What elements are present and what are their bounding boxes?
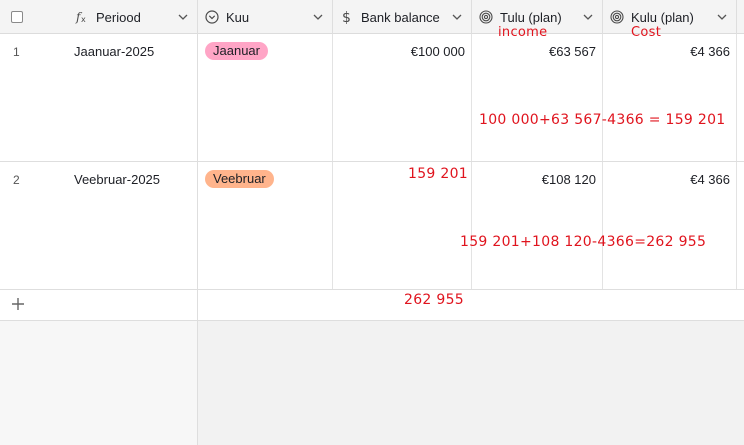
dollar-icon: $: [339, 9, 355, 25]
tulu-plan-cell[interactable]: €108 120: [472, 162, 603, 289]
svg-text:$: $: [342, 10, 351, 25]
annotation-calc-2: 159 201+108 120-4366=262 955: [460, 234, 707, 250]
column-label: Tulu (plan): [500, 9, 562, 25]
select-all-checkbox[interactable]: [11, 11, 23, 23]
add-row-bar: [0, 290, 744, 321]
plus-icon: [12, 298, 24, 310]
annotation-result-1: 159 201: [408, 166, 468, 182]
table-row[interactable]: 2 Veebruar-2025 Veebruar €108 120 €4 366: [0, 162, 744, 290]
tulu-plan-value: €108 120: [541, 172, 596, 187]
column-header-bank-balance[interactable]: $ Bank balance: [333, 0, 472, 34]
chevron-down-icon[interactable]: [582, 11, 594, 23]
rollup-icon: [609, 9, 625, 25]
kuu-pill: Jaanuar: [205, 42, 268, 60]
periood-cell[interactable]: Veebruar-2025: [55, 162, 198, 289]
column-label: Kuu: [226, 9, 250, 25]
annotation-result-2: 262 955: [404, 292, 464, 308]
column-header-kuu[interactable]: Kuu: [198, 0, 333, 34]
row-number: 2: [13, 173, 20, 187]
kuu-pill: Veebruar: [205, 170, 274, 188]
periood-cell[interactable]: Jaanuar-2025: [55, 34, 198, 161]
empty-area-right: [198, 321, 744, 445]
single-select-icon: [204, 9, 220, 25]
kulu-plan-value: €4 366: [690, 44, 730, 59]
periood-value: Veebruar-2025: [74, 172, 161, 187]
empty-area-left: [0, 321, 198, 445]
annotation-income: income: [498, 25, 548, 40]
column-header-kulu-plan[interactable]: Kulu (plan): [603, 0, 737, 34]
add-row-button[interactable]: [0, 290, 198, 321]
bank-balance-cell[interactable]: €100 000: [333, 34, 472, 161]
kulu-plan-cell[interactable]: €4 366: [603, 34, 737, 161]
select-all-cell: [0, 0, 55, 34]
chevron-down-icon[interactable]: [177, 11, 189, 23]
data-grid: fx Periood Kuu $ Bank balance Tulu (plan…: [0, 0, 744, 445]
bank-balance-value: €100 000: [410, 44, 465, 59]
table-row[interactable]: 1 Jaanuar-2025 Jaanuar €100 000 €63 567 …: [0, 34, 744, 162]
column-label: Periood: [96, 9, 141, 25]
formula-icon: fx: [74, 9, 90, 25]
row-number-cell: 1: [0, 34, 55, 161]
annotation-cost: Cost: [631, 25, 662, 40]
chevron-down-icon[interactable]: [312, 11, 324, 23]
kuu-cell[interactable]: Jaanuar: [198, 34, 333, 161]
svg-text:x: x: [81, 15, 86, 24]
rollup-icon: [478, 9, 494, 25]
kulu-plan-value: €4 366: [690, 172, 730, 187]
periood-value: Jaanuar-2025: [74, 44, 155, 59]
kuu-cell[interactable]: Veebruar: [198, 162, 333, 289]
tulu-plan-value: €63 567: [549, 44, 596, 59]
tulu-plan-cell[interactable]: €63 567: [472, 34, 603, 161]
column-label: Kulu (plan): [631, 9, 694, 25]
chevron-down-icon[interactable]: [451, 11, 463, 23]
column-header-periood[interactable]: fx Periood: [55, 0, 198, 34]
row-number: 1: [13, 45, 20, 59]
annotation-calc-1: 100 000+63 567-4366 = 159 201: [479, 112, 726, 128]
row-number-cell: 2: [0, 162, 55, 289]
column-label: Bank balance: [361, 9, 440, 25]
chevron-down-icon[interactable]: [716, 11, 728, 23]
kulu-plan-cell[interactable]: €4 366: [603, 162, 737, 289]
